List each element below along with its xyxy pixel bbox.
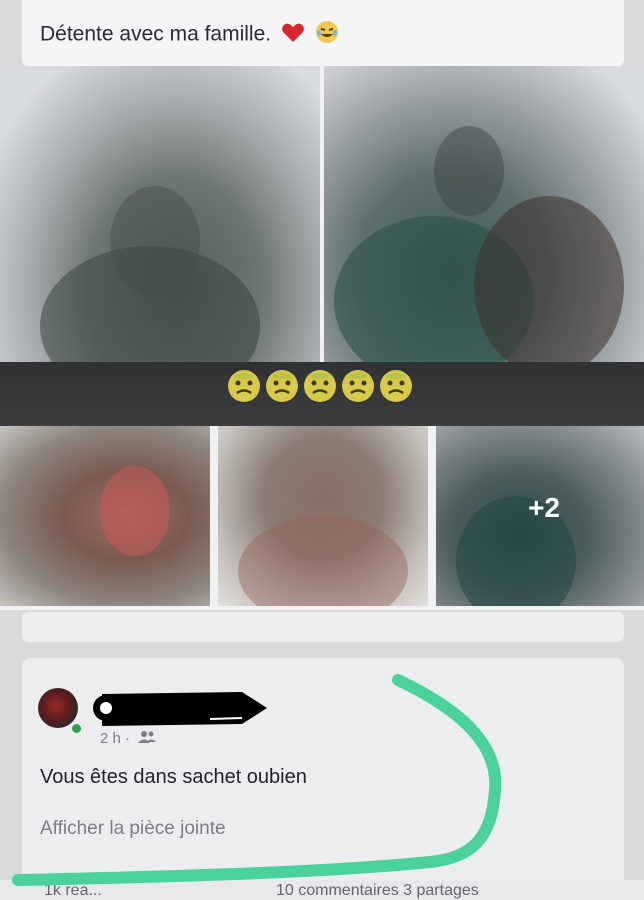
name-redaction-mark bbox=[93, 692, 267, 726]
online-status-dot bbox=[70, 722, 83, 735]
comments-shares-count[interactable]: 10 commentaires 3 partages bbox=[276, 882, 479, 900]
post-caption-text: Détente avec ma famille. bbox=[40, 22, 272, 46]
avatar[interactable] bbox=[38, 688, 78, 728]
crying-laughing-emoji-icon bbox=[315, 20, 339, 50]
photo-tile-5-more[interactable]: +2 bbox=[436, 426, 644, 606]
post-header: Détente avec ma famille. bbox=[22, 0, 624, 66]
photo-tile-3[interactable] bbox=[0, 426, 210, 606]
comment-card: 2 h · Vous êtes dans sachet oubien Affic… bbox=[22, 658, 624, 900]
reactions-count[interactable]: 1k rea... bbox=[44, 882, 102, 900]
friends-icon bbox=[138, 730, 157, 748]
more-photos-count: +2 bbox=[528, 492, 560, 523]
comment-text: Vous êtes dans sachet oubien bbox=[40, 766, 307, 788]
overlay-emoji-row bbox=[226, 368, 414, 409]
heart-emoji-icon bbox=[281, 21, 305, 49]
photo-tile-4[interactable] bbox=[218, 426, 428, 606]
post-actions-separator bbox=[22, 612, 624, 642]
photo-tile-1[interactable] bbox=[0, 66, 320, 362]
photo-tile-2[interactable] bbox=[324, 66, 644, 362]
post-footer: 1k rea... 10 commentaires 3 partages bbox=[0, 880, 644, 900]
view-attachment-link[interactable]: Afficher la pièce jointe bbox=[40, 818, 226, 840]
nauseated-face-emoji-icon bbox=[226, 368, 262, 409]
comment-meta: 2 h · bbox=[100, 730, 157, 748]
photo-grid[interactable]: +2 bbox=[0, 66, 644, 610]
nauseated-face-emoji-icon bbox=[340, 368, 376, 409]
nauseated-face-emoji-icon bbox=[264, 368, 300, 409]
nauseated-face-emoji-icon bbox=[302, 368, 338, 409]
comment-time: 2 h · bbox=[100, 730, 131, 747]
post-caption: Détente avec ma famille. bbox=[40, 20, 339, 50]
nauseated-face-emoji-icon bbox=[378, 368, 414, 409]
